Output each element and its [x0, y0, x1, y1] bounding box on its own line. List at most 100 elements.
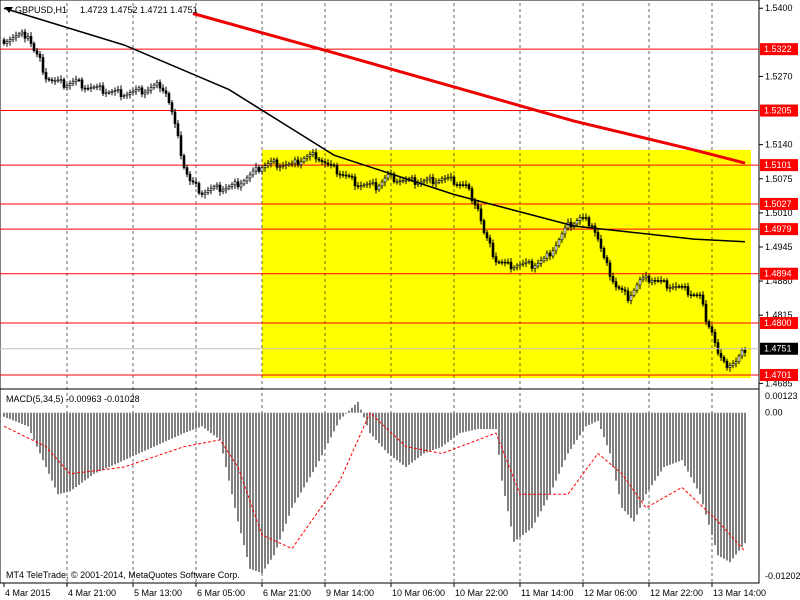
time-tick-label: 10 Mar 06:00 [392, 588, 445, 598]
macd-bar [693, 412, 695, 483]
candle-body [731, 363, 735, 366]
candle-body [518, 263, 522, 267]
candle-body [641, 277, 645, 281]
candle-body [614, 281, 618, 288]
candle-body [224, 187, 228, 191]
candle-body [662, 280, 666, 282]
macd-bar [621, 412, 623, 508]
level-tag-label: 1.4800 [764, 318, 792, 328]
macd-bar [471, 412, 473, 431]
candle-body [11, 37, 15, 40]
price-tick-label: 1.4945 [765, 242, 793, 252]
candle-body [524, 261, 528, 264]
macd-bar [192, 412, 194, 430]
candle-body [665, 280, 669, 289]
candle-body [134, 89, 138, 92]
macd-bar [87, 412, 89, 479]
candle-body [623, 289, 627, 292]
candle-body [170, 102, 174, 113]
macd-bar [444, 412, 446, 445]
macd-bar [285, 412, 287, 524]
level-tag-label: 1.5027 [764, 199, 792, 209]
macd-bar [411, 412, 413, 463]
candle-body [314, 152, 318, 160]
macd-bar [744, 412, 746, 544]
candle-body [140, 87, 144, 95]
candle-body [272, 159, 276, 163]
candle-body [497, 261, 501, 264]
candle-body [578, 217, 582, 222]
candle-body [77, 79, 81, 82]
macd-bar [702, 412, 704, 505]
macd-bar [276, 412, 278, 548]
macd-bar [408, 412, 410, 465]
price-tick-label: 1.5075 [765, 174, 793, 184]
candle-body [320, 159, 324, 162]
candle-body [440, 178, 444, 181]
candle-body [590, 225, 594, 228]
ohlc-label: 1.4723 1.4752 1.4721 1.4751 [80, 5, 198, 15]
macd-bar [552, 412, 554, 488]
macd-bar [27, 412, 29, 427]
candle-body [269, 161, 273, 165]
candle-body [305, 156, 309, 159]
macd-bar [231, 412, 233, 495]
macd-bar [315, 412, 317, 468]
candle-body [203, 192, 207, 195]
macd-bar [504, 412, 506, 496]
macd-bar [489, 412, 491, 430]
macd-bar [387, 412, 389, 454]
macd-bar [378, 412, 380, 444]
macd-bar [312, 412, 314, 473]
candle-body [71, 81, 75, 84]
candle-body [356, 185, 360, 188]
macd-bar [375, 412, 377, 440]
candle-body [158, 82, 162, 89]
candle-body [257, 166, 261, 172]
candle-body [125, 93, 129, 97]
macd-bar [612, 412, 614, 468]
macd-bar [225, 412, 227, 468]
time-axis: 4 Mar 2015 4 Mar 21:00 5 Mar 13:00 6 Mar 05… [3, 583, 766, 598]
candle-body [464, 184, 468, 186]
candle-body [251, 170, 255, 176]
price-axis: 1.54001.52701.51401.50751.50101.49451.48… [759, 3, 793, 388]
candle-body [14, 35, 18, 39]
candle-body [209, 188, 213, 191]
candle-body [347, 175, 351, 177]
macd-bar [321, 412, 323, 456]
candle-body [284, 164, 288, 167]
macd-bar [258, 412, 260, 572]
candle-body [593, 225, 597, 233]
macd-bar [3, 412, 5, 417]
candle-body [671, 286, 675, 289]
candle-body [695, 294, 699, 297]
trading-chart[interactable]: 1.54001.52701.51401.50751.50101.49451.48… [0, 0, 800, 600]
macd-bar [135, 412, 137, 455]
macd-bar [714, 412, 716, 546]
macd-bar [252, 412, 254, 570]
macd-bar [339, 412, 341, 420]
macd-bar [543, 412, 545, 506]
candle-body [185, 167, 189, 175]
candle-body [437, 180, 441, 183]
candle-body [206, 190, 210, 193]
candle-body [398, 180, 402, 183]
macd-bar [108, 412, 110, 468]
candle-body [740, 349, 744, 357]
macd-bar [558, 412, 560, 474]
macd-bar [51, 412, 53, 481]
candle-body [146, 89, 150, 93]
candle-body [296, 159, 300, 166]
candle-body [521, 262, 525, 265]
macd-bar [441, 412, 443, 447]
macd-bar [264, 412, 266, 569]
candle-body [308, 154, 312, 157]
candle-body [473, 200, 477, 206]
macd-bar [627, 412, 629, 515]
candle-body [626, 290, 630, 301]
candle-body [629, 295, 633, 301]
candle-body [425, 178, 429, 182]
candle-body [74, 79, 78, 83]
macd-bar [654, 412, 656, 481]
